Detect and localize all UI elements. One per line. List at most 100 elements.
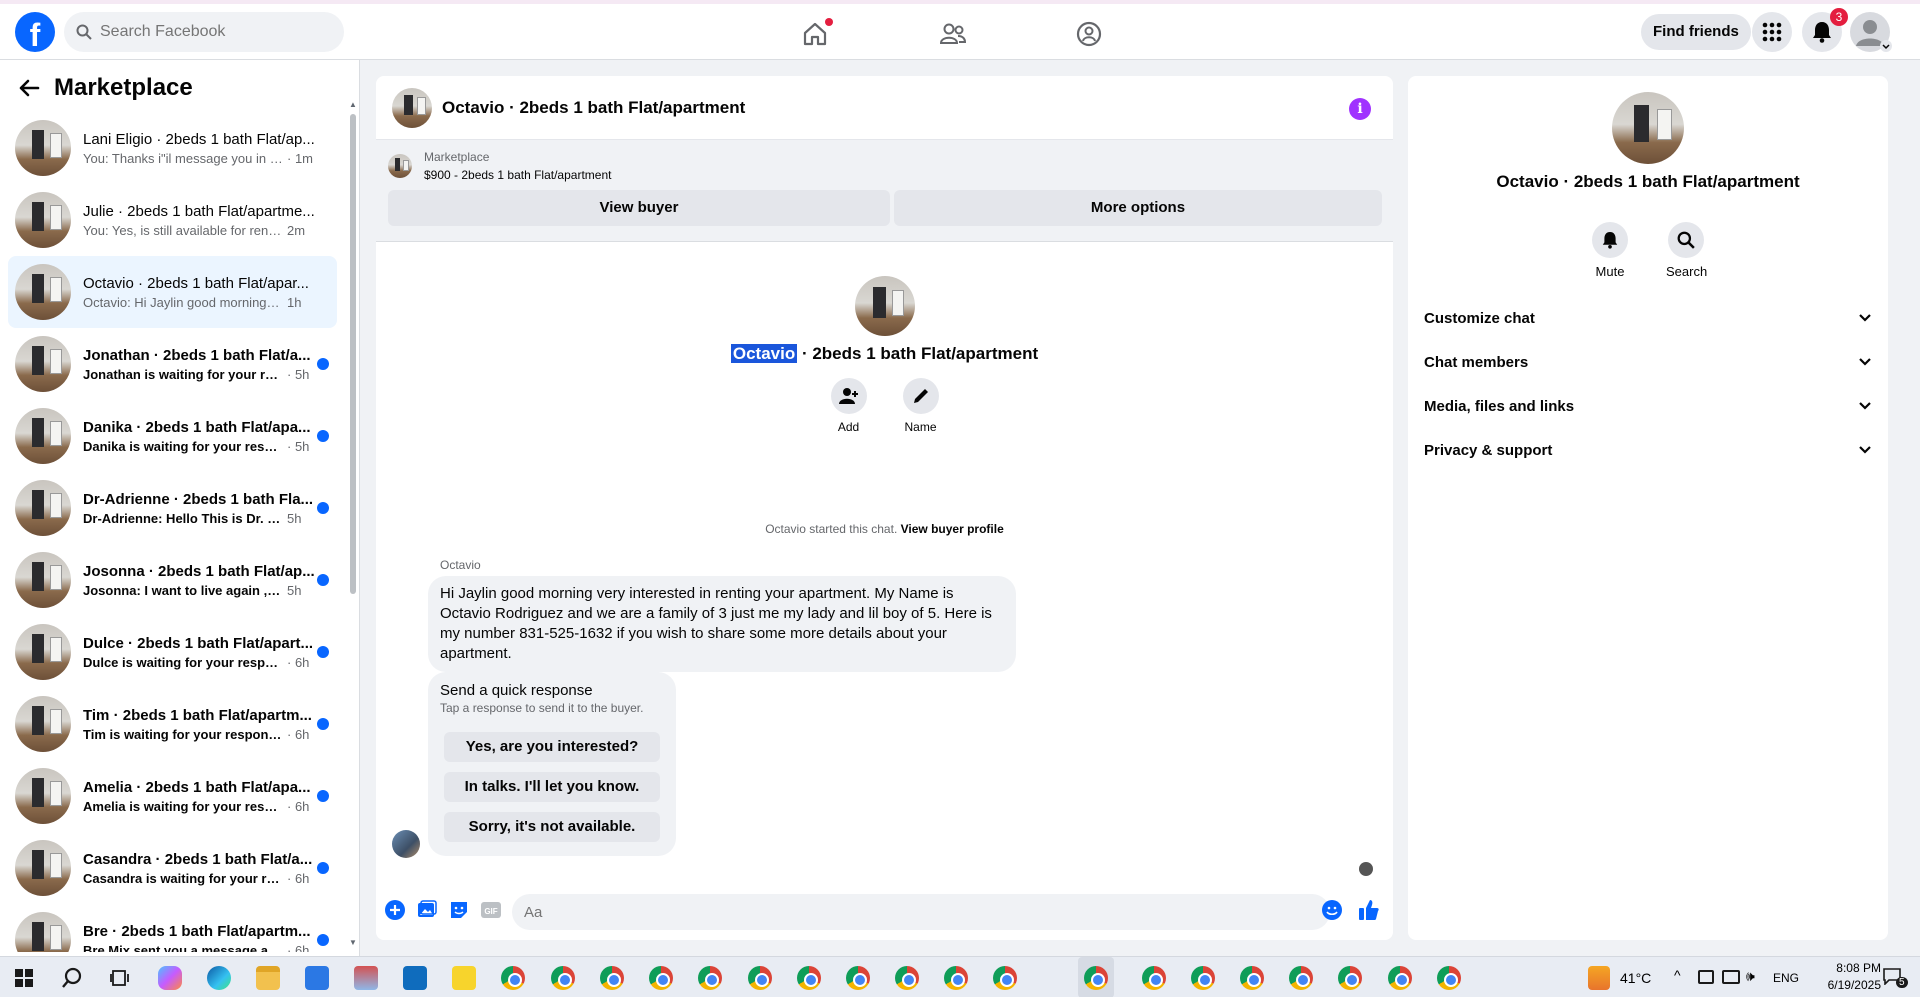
microsoft-store-icon[interactable]: [305, 966, 329, 990]
started-text: Octavio started this chat.: [765, 522, 901, 536]
app-icon[interactable]: [354, 966, 378, 990]
conversation-item[interactable]: Casandra · 2beds 1 bath Flat/a... Casandr…: [8, 832, 337, 904]
search-in-chat-button[interactable]: Search: [1666, 222, 1707, 279]
message-input[interactable]: [512, 894, 1330, 930]
task-view-icon[interactable]: [108, 966, 132, 990]
edge-browser-icon[interactable]: [207, 966, 231, 990]
conversation-item[interactable]: Tim · 2beds 1 bath Flat/apartm... Tim is …: [8, 688, 337, 760]
notifications-button[interactable]: 3: [1802, 8, 1848, 52]
conversation-time: 2m: [287, 222, 306, 238]
sticky-notes-icon[interactable]: [452, 966, 476, 990]
section-label: Customize chat: [1424, 309, 1535, 327]
chat-title[interactable]: Octavio · 2beds 1 bath Flat/apartment: [442, 98, 745, 118]
quick-response-not-available-button[interactable]: Sorry, it's not available.: [444, 812, 660, 842]
customize-chat-section[interactable]: Customize chat: [1424, 296, 1872, 340]
sidebar-scrollbar[interactable]: ▲ ▼: [348, 100, 358, 950]
account-avatar-button[interactable]: [1850, 12, 1892, 52]
groups-nav-icon[interactable]: [1073, 18, 1105, 50]
chat-members-section[interactable]: Chat members: [1424, 340, 1872, 384]
chrome-profile-icon[interactable]: [1289, 966, 1313, 990]
chrome-profile-icon[interactable]: [1388, 966, 1412, 990]
outlook-icon[interactable]: [403, 966, 427, 990]
profile-avatar[interactable]: [854, 276, 915, 336]
weather-temperature[interactable]: 41°C: [1620, 970, 1651, 986]
conversation-item[interactable]: Jonathan · 2beds 1 bath Flat/a... Jonatha…: [8, 328, 337, 400]
chrome-profile-icon[interactable]: [698, 966, 722, 990]
chevron-down-icon: [1859, 314, 1871, 322]
chrome-profile-icon[interactable]: [1338, 966, 1362, 990]
facebook-logo-icon[interactable]: f: [15, 12, 55, 52]
conversation-time: · 6h: [287, 942, 310, 953]
sender-avatar[interactable]: [392, 830, 420, 858]
conversation-item[interactable]: Danika · 2beds 1 bath Flat/apa... Danika …: [8, 400, 337, 472]
sticker-icon[interactable]: [448, 899, 470, 921]
chrome-profile-icon[interactable]: [600, 966, 624, 990]
gif-icon[interactable]: GIF: [480, 899, 502, 921]
chrome-profile-icon[interactable]: [1142, 966, 1166, 990]
conversation-item[interactable]: Amelia · 2beds 1 bath Flat/apa... Amelia …: [8, 760, 337, 832]
chrome-profile-icon[interactable]: [846, 966, 870, 990]
taskbar-search-icon[interactable]: [60, 966, 84, 990]
conversation-item[interactable]: Dulce · 2beds 1 bath Flat/apart... Dulce …: [8, 616, 337, 688]
more-options-button[interactable]: More options: [894, 190, 1382, 226]
search-box[interactable]: [64, 12, 344, 52]
quick-response-yes-button[interactable]: Yes, are you interested?: [444, 732, 660, 762]
chrome-profile-icon[interactable]: [748, 966, 772, 990]
windows-start-icon[interactable]: [12, 966, 36, 990]
chevron-up-icon[interactable]: ^: [1674, 967, 1681, 983]
display-icon[interactable]: [1698, 970, 1714, 984]
plus-circle-icon[interactable]: [384, 899, 406, 921]
listing-title[interactable]: $900 - 2beds 1 bath Flat/apartment: [424, 166, 611, 184]
details-avatar[interactable]: [1612, 92, 1684, 164]
chrome-profile-icon[interactable]: [895, 966, 919, 990]
weather-icon[interactable]: [1588, 966, 1610, 990]
chrome-profile-icon[interactable]: [649, 966, 673, 990]
conversation-item[interactable]: Julie · 2beds 1 bath Flat/apartme... You:…: [8, 184, 337, 256]
media-files-links-section[interactable]: Media, files and links: [1424, 384, 1872, 428]
chrome-profile-icon-active[interactable]: [1084, 966, 1108, 990]
message-bubble[interactable]: Hi Jaylin good morning very interested i…: [428, 576, 1016, 672]
conversation-item[interactable]: Octavio · 2beds 1 bath Flat/apar... Octav…: [8, 256, 337, 328]
search-input[interactable]: [100, 23, 320, 41]
chrome-profile-icon[interactable]: [944, 966, 968, 990]
emoji-icon[interactable]: [1321, 899, 1343, 921]
chrome-profile-icon[interactable]: [1437, 966, 1461, 990]
scroll-thumb[interactable]: [350, 114, 356, 594]
chrome-profile-icon[interactable]: [1191, 966, 1215, 990]
copilot-icon[interactable]: [158, 966, 182, 990]
info-icon[interactable]: i: [1349, 98, 1371, 120]
chrome-profile-icon[interactable]: [551, 966, 575, 990]
language-indicator[interactable]: ENG: [1773, 971, 1799, 985]
clock-date[interactable]: 6/19/2025: [1817, 978, 1881, 992]
chrome-profile-icon[interactable]: [1240, 966, 1264, 990]
friends-nav-icon[interactable]: [937, 18, 969, 50]
conversation-snippet: Dulce is waiting for your respon...: [83, 654, 283, 670]
scroll-up-arrow-icon[interactable]: ▲: [348, 100, 358, 109]
add-button[interactable]: Add: [830, 378, 867, 434]
photo-icon[interactable]: [416, 899, 438, 921]
conversation-item[interactable]: Bre · 2beds 1 bath Flat/apartm... Bre Mix…: [8, 904, 337, 952]
back-arrow-icon[interactable]: [18, 78, 40, 98]
clock-time[interactable]: 8:08 PM: [1825, 961, 1881, 975]
like-thumb-icon[interactable]: [1358, 899, 1380, 921]
chrome-icon[interactable]: [501, 966, 525, 990]
unread-indicator-dot: [317, 430, 329, 442]
conversation-item[interactable]: Josonna · 2beds 1 bath Flat/ap... Josonna…: [8, 544, 337, 616]
network-icon[interactable]: [1722, 970, 1740, 984]
view-buyer-button[interactable]: View buyer: [388, 190, 890, 226]
privacy-support-section[interactable]: Privacy & support: [1424, 428, 1872, 472]
menu-grid-button[interactable]: [1752, 12, 1792, 52]
chat-header-avatar[interactable]: [392, 87, 432, 128]
view-buyer-profile-link[interactable]: View buyer profile: [901, 522, 1004, 536]
scroll-down-arrow-icon[interactable]: ▼: [348, 938, 358, 947]
chrome-profile-icon[interactable]: [797, 966, 821, 990]
conversation-item[interactable]: Lani Eligio · 2beds 1 bath Flat/ap... You…: [8, 112, 337, 184]
mute-button[interactable]: Mute: [1590, 222, 1630, 279]
find-friends-button[interactable]: Find friends: [1641, 14, 1751, 50]
quick-response-in-talks-button[interactable]: In talks. I'll let you know.: [444, 772, 660, 802]
name-button[interactable]: Name: [902, 378, 939, 434]
volume-icon[interactable]: 🕪: [1746, 968, 1755, 985]
file-explorer-icon[interactable]: [256, 966, 280, 990]
conversation-item[interactable]: Dr-Adrienne · 2beds 1 bath Fla... Dr-Adri…: [8, 472, 337, 544]
chrome-profile-icon[interactable]: [993, 966, 1017, 990]
